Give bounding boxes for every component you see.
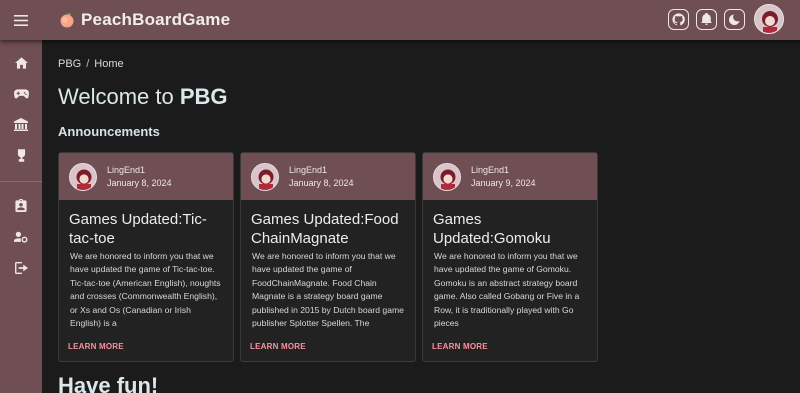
trophy-icon xyxy=(17,149,25,162)
menu-button[interactable] xyxy=(0,0,42,40)
author-avatar xyxy=(251,162,279,191)
main-content: PBG / Home Welcome to PBG Announcements Li… xyxy=(58,40,800,393)
card-date: January 9, 2024 xyxy=(471,177,536,188)
sidebar-item-profile[interactable] xyxy=(0,190,42,221)
bell-icon xyxy=(701,13,712,25)
card-body: We are honored to inform you that we hav… xyxy=(252,251,404,329)
notifications-button[interactable] xyxy=(696,8,717,30)
sidebar-item-trophy[interactable] xyxy=(0,140,42,171)
gamepad-icon xyxy=(13,88,29,98)
author-avatar xyxy=(69,162,97,191)
dark-mode-icon xyxy=(729,13,740,25)
learn-more-link[interactable]: LEARN MORE xyxy=(68,342,124,351)
announcement-card: LingEnd1 January 8, 2024 Games Updated:T… xyxy=(58,152,234,362)
author-avatar xyxy=(433,162,461,191)
card-date: January 8, 2024 xyxy=(289,177,354,188)
card-date: January 8, 2024 xyxy=(107,177,172,188)
page-title-bold: PBG xyxy=(179,84,228,109)
card-header: LingEnd1 January 9, 2024 xyxy=(423,153,597,200)
theme-toggle-button[interactable] xyxy=(724,8,745,30)
card-author: LingEnd1 xyxy=(471,164,510,175)
peach-logo-icon xyxy=(60,13,74,28)
breadcrumb: PBG / Home xyxy=(58,58,124,70)
github-button[interactable] xyxy=(668,8,689,30)
sidebar-item-museum[interactable] xyxy=(0,109,42,140)
brand-title[interactable]: PeachBoardGame xyxy=(81,10,230,30)
breadcrumb-current: Home xyxy=(94,58,124,70)
card-body: We are honored to inform you that we hav… xyxy=(434,251,580,329)
announcement-card: LingEnd1 January 9, 2024 Games Updated:G… xyxy=(422,152,598,362)
page-title-prefix: Welcome to xyxy=(58,84,180,109)
github-icon xyxy=(672,12,685,25)
breadcrumb-separator: / xyxy=(86,58,90,70)
home-icon xyxy=(14,56,28,69)
sidebar-item-account-settings[interactable] xyxy=(0,221,42,252)
learn-more-link[interactable]: LEARN MORE xyxy=(250,342,306,351)
sidebar-item-games[interactable] xyxy=(0,78,42,109)
app-bar: PeachBoardGame xyxy=(0,0,800,40)
card-title: Games Updated:FoodChainMagnate xyxy=(251,211,399,247)
page-title: Welcome to PBG xyxy=(58,84,228,110)
card-body: We are honored to inform you that we hav… xyxy=(70,251,221,329)
card-header: LingEnd1 January 8, 2024 xyxy=(241,153,415,200)
announcement-list: LingEnd1 January 8, 2024 Games Updated:T… xyxy=(58,152,598,362)
sidebar xyxy=(0,40,42,393)
sidebar-divider xyxy=(0,181,42,182)
card-header: LingEnd1 January 8, 2024 xyxy=(59,153,233,200)
hamburger-icon xyxy=(14,14,28,26)
announcements-heading: Announcements xyxy=(58,124,160,139)
card-author: LingEnd1 xyxy=(107,164,146,175)
breadcrumb-root[interactable]: PBG xyxy=(58,58,81,70)
logout-icon xyxy=(14,261,28,274)
have-fun-heading: Have fun! xyxy=(58,373,159,393)
card-title: Games Updated:Gomoku xyxy=(433,211,551,247)
clipboard-account-icon xyxy=(15,199,27,212)
avatar-image xyxy=(755,5,783,33)
sidebar-item-home[interactable] xyxy=(0,47,42,78)
learn-more-link[interactable]: LEARN MORE xyxy=(432,342,488,351)
card-title: Games Updated:Tic-tac-toe xyxy=(69,211,207,247)
museum-icon xyxy=(14,118,28,131)
account-cog-icon xyxy=(14,231,28,243)
card-author: LingEnd1 xyxy=(289,164,328,175)
sidebar-item-logout[interactable] xyxy=(0,252,42,283)
announcement-card: LingEnd1 January 8, 2024 Games Updated:F… xyxy=(240,152,416,362)
user-avatar[interactable] xyxy=(754,4,784,34)
